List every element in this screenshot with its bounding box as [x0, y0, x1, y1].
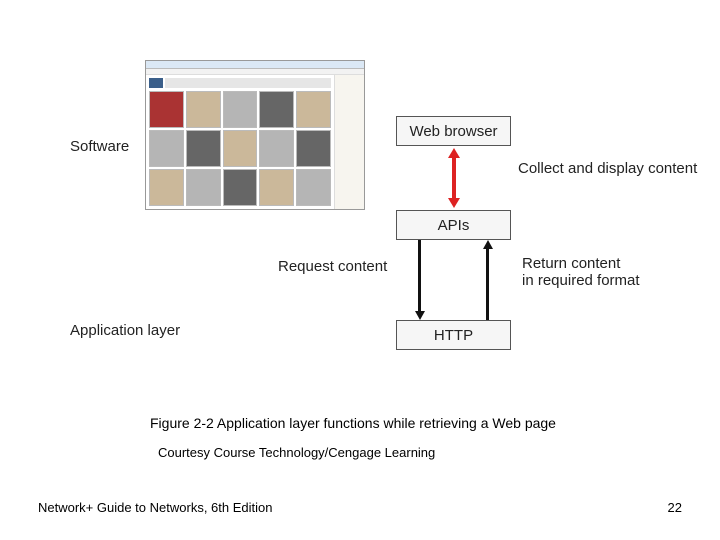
http-box-label: HTTP — [434, 327, 473, 344]
return-content-label: Return content in required format — [522, 255, 640, 289]
application-layer-label: Application layer — [70, 322, 180, 339]
double-arrow-browser-apis — [396, 146, 511, 210]
apis-box: APIs — [396, 210, 511, 240]
apis-box-label: APIs — [438, 217, 470, 234]
footer-book-title: Network+ Guide to Networks, 6th Edition — [38, 500, 272, 515]
arrow-request-content — [418, 240, 421, 312]
web-browser-box-label: Web browser — [409, 123, 497, 140]
arrow-return-content — [486, 248, 489, 320]
software-label: Software — [70, 138, 129, 155]
http-box: HTTP — [396, 320, 511, 350]
figure-credit: Courtesy Course Technology/Cengage Learn… — [158, 445, 435, 460]
request-content-label: Request content — [278, 258, 387, 275]
application-layer-diagram: Software Web browser Collect and display… — [0, 60, 720, 380]
web-browser-box: Web browser — [396, 116, 511, 146]
browser-screenshot — [145, 60, 365, 210]
figure-caption: Figure 2-2 Application layer functions w… — [150, 415, 556, 431]
collect-display-label: Collect and display content — [518, 160, 697, 177]
page-number: 22 — [668, 500, 682, 515]
